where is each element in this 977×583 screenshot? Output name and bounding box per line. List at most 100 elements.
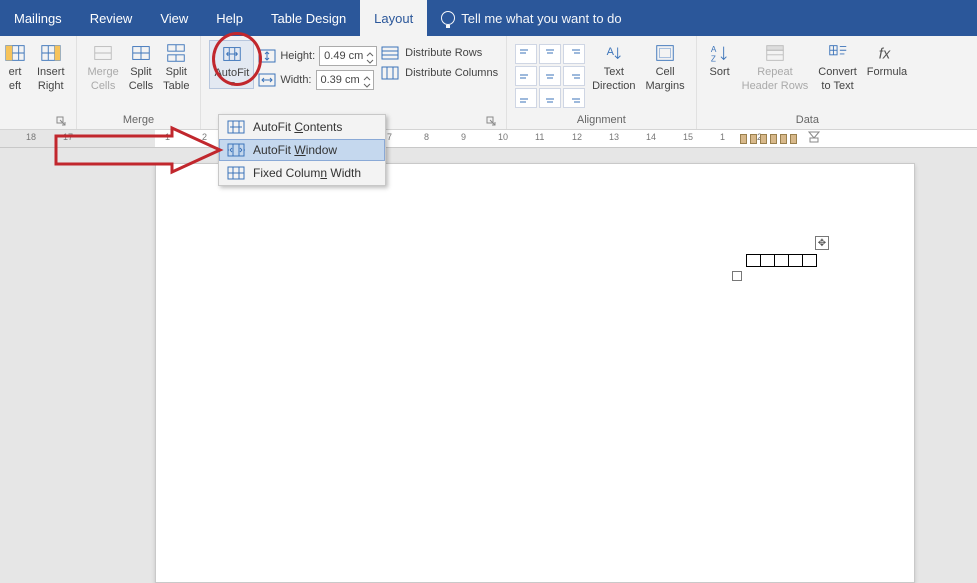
table-resize-handle[interactable] — [732, 271, 742, 281]
convert-label-bottom: to Text — [821, 80, 853, 92]
group-label-alignment: Alignment — [515, 113, 688, 127]
autofit-contents-item[interactable]: AutoFit Contents — [219, 115, 385, 139]
tab-help[interactable]: Help — [202, 0, 257, 36]
lightbulb-icon — [441, 11, 455, 25]
horizontal-ruler[interactable]: 181712345678910111213141512 — [0, 130, 977, 148]
text-direction-button[interactable]: A Text Direction — [589, 40, 638, 94]
ruler-number: 17 — [63, 132, 73, 142]
tab-layout[interactable]: Layout — [360, 0, 427, 36]
alignment-grid — [515, 40, 585, 108]
ruler-number: 8 — [424, 132, 429, 142]
split-table-label-bottom: Table — [163, 80, 189, 92]
align-top-center[interactable] — [539, 44, 561, 64]
group-label-data: Data — [705, 113, 911, 127]
autofit-label: AutoFit — [214, 67, 249, 79]
ruler-number: 1 — [720, 132, 725, 142]
repeat-header-rows-button: Repeat Header Rows — [739, 40, 812, 94]
table-move-handle[interactable]: ✥ — [815, 236, 829, 250]
merge-cells-label-top: Merge — [88, 66, 119, 78]
ribbon: ert eft Insert Right Merge — [0, 36, 977, 130]
ruler-tab-stop[interactable] — [770, 134, 777, 144]
align-bot-right[interactable] — [563, 88, 585, 108]
svg-text:A: A — [606, 46, 614, 58]
ruler-tab-stop[interactable] — [790, 134, 797, 144]
autofit-button[interactable]: AutoFit — [209, 40, 254, 89]
height-label: Height: — [280, 50, 315, 62]
merge-cells-button: Merge Cells — [85, 40, 122, 94]
ruler-indent-marker[interactable] — [808, 131, 820, 143]
width-spinner[interactable] — [363, 73, 371, 87]
align-bot-center[interactable] — [539, 88, 561, 108]
align-mid-center[interactable] — [539, 66, 561, 86]
group-rows-columns-partial: ert eft Insert Right — [0, 36, 77, 129]
split-cells-label-bottom: Cells — [129, 80, 153, 92]
tell-me-search[interactable]: Tell me what you want to do — [427, 0, 635, 36]
group-merge: Merge Cells Split Cells Split Table Merg… — [77, 36, 202, 129]
inserted-table[interactable]: ✥ — [746, 254, 817, 267]
ruler-tab-stop[interactable] — [780, 134, 787, 144]
width-input[interactable]: 0.39 cm — [316, 70, 374, 90]
insert-left-icon — [4, 42, 26, 64]
cell-margins-button[interactable]: Cell Margins — [643, 40, 688, 94]
convert-to-text-button[interactable]: Convert to Text — [815, 40, 860, 94]
ruler-tab-stop[interactable] — [750, 134, 757, 144]
convert-to-text-icon — [827, 42, 849, 64]
height-value: 0.49 cm — [324, 50, 363, 62]
split-table-button[interactable]: Split Table — [160, 40, 192, 94]
group-label-merge: Merge — [85, 113, 193, 127]
table-grid[interactable] — [746, 254, 817, 267]
tab-mailings[interactable]: Mailings — [0, 0, 76, 36]
column-width-icon — [258, 73, 276, 87]
distribute-columns-button[interactable]: Distribute Columns — [381, 66, 498, 80]
document-page[interactable]: ✥ — [155, 163, 915, 583]
row-height-icon — [258, 49, 276, 63]
convert-label-top: Convert — [818, 66, 857, 78]
cell-margins-label-top: Cell — [656, 66, 675, 78]
text-direction-icon: A — [603, 42, 625, 64]
formula-icon: fx — [876, 42, 898, 64]
align-mid-right[interactable] — [563, 66, 585, 86]
distribute-rows-button[interactable]: Distribute Rows — [381, 46, 498, 60]
autofit-contents-icon — [227, 119, 245, 135]
align-bot-left[interactable] — [515, 88, 537, 108]
align-mid-left[interactable] — [515, 66, 537, 86]
cell-margins-icon — [654, 42, 676, 64]
insert-left-button[interactable]: ert eft — [0, 40, 30, 94]
svg-text:Z: Z — [710, 54, 715, 63]
sort-icon: AZ — [709, 42, 731, 64]
split-table-label-top: Split — [166, 66, 187, 78]
autofit-window-item[interactable]: AutoFit Window — [219, 139, 385, 161]
autofit-window-label: AutoFit Window — [253, 143, 337, 157]
tab-table-design[interactable]: Table Design — [257, 0, 360, 36]
split-cells-button[interactable]: Split Cells — [126, 40, 156, 94]
ruler-tab-stop[interactable] — [740, 134, 747, 144]
height-input[interactable]: 0.49 cm — [319, 46, 377, 66]
group-alignment: A Text Direction Cell Margins Alignment — [507, 36, 697, 129]
align-top-left[interactable] — [515, 44, 537, 64]
width-value: 0.39 cm — [321, 74, 360, 86]
dialog-launcher-rows-cols[interactable] — [56, 116, 66, 126]
ruler-number: 12 — [572, 132, 582, 142]
ruler-number: 2 — [202, 132, 207, 142]
distribute-columns-label: Distribute Columns — [405, 67, 498, 79]
distribute-rows-icon — [381, 46, 399, 60]
tab-view[interactable]: View — [146, 0, 202, 36]
formula-button[interactable]: fx Formula — [864, 40, 910, 94]
sort-button[interactable]: AZ Sort — [705, 40, 735, 94]
autofit-dropdown: AutoFit Contents AutoFit Window Fixed Co… — [218, 114, 386, 186]
ruler-tab-stop[interactable] — [760, 134, 767, 144]
height-spinner[interactable] — [366, 49, 374, 63]
text-direction-label-top: Text — [604, 66, 624, 78]
align-top-right[interactable] — [563, 44, 585, 64]
fixed-column-width-item[interactable]: Fixed Column Width — [219, 161, 385, 185]
merge-cells-icon — [92, 42, 114, 64]
insert-right-button[interactable]: Insert Right — [34, 40, 68, 94]
repeat-header-icon — [764, 42, 786, 64]
ruler-number: 13 — [609, 132, 619, 142]
tell-me-label: Tell me what you want to do — [461, 11, 621, 26]
insert-right-label-bottom: Right — [38, 80, 64, 92]
autofit-window-icon — [227, 142, 245, 158]
tab-review[interactable]: Review — [76, 0, 147, 36]
dialog-launcher-cell-size[interactable] — [486, 116, 496, 126]
cell-margins-label-bottom: Margins — [646, 80, 685, 92]
